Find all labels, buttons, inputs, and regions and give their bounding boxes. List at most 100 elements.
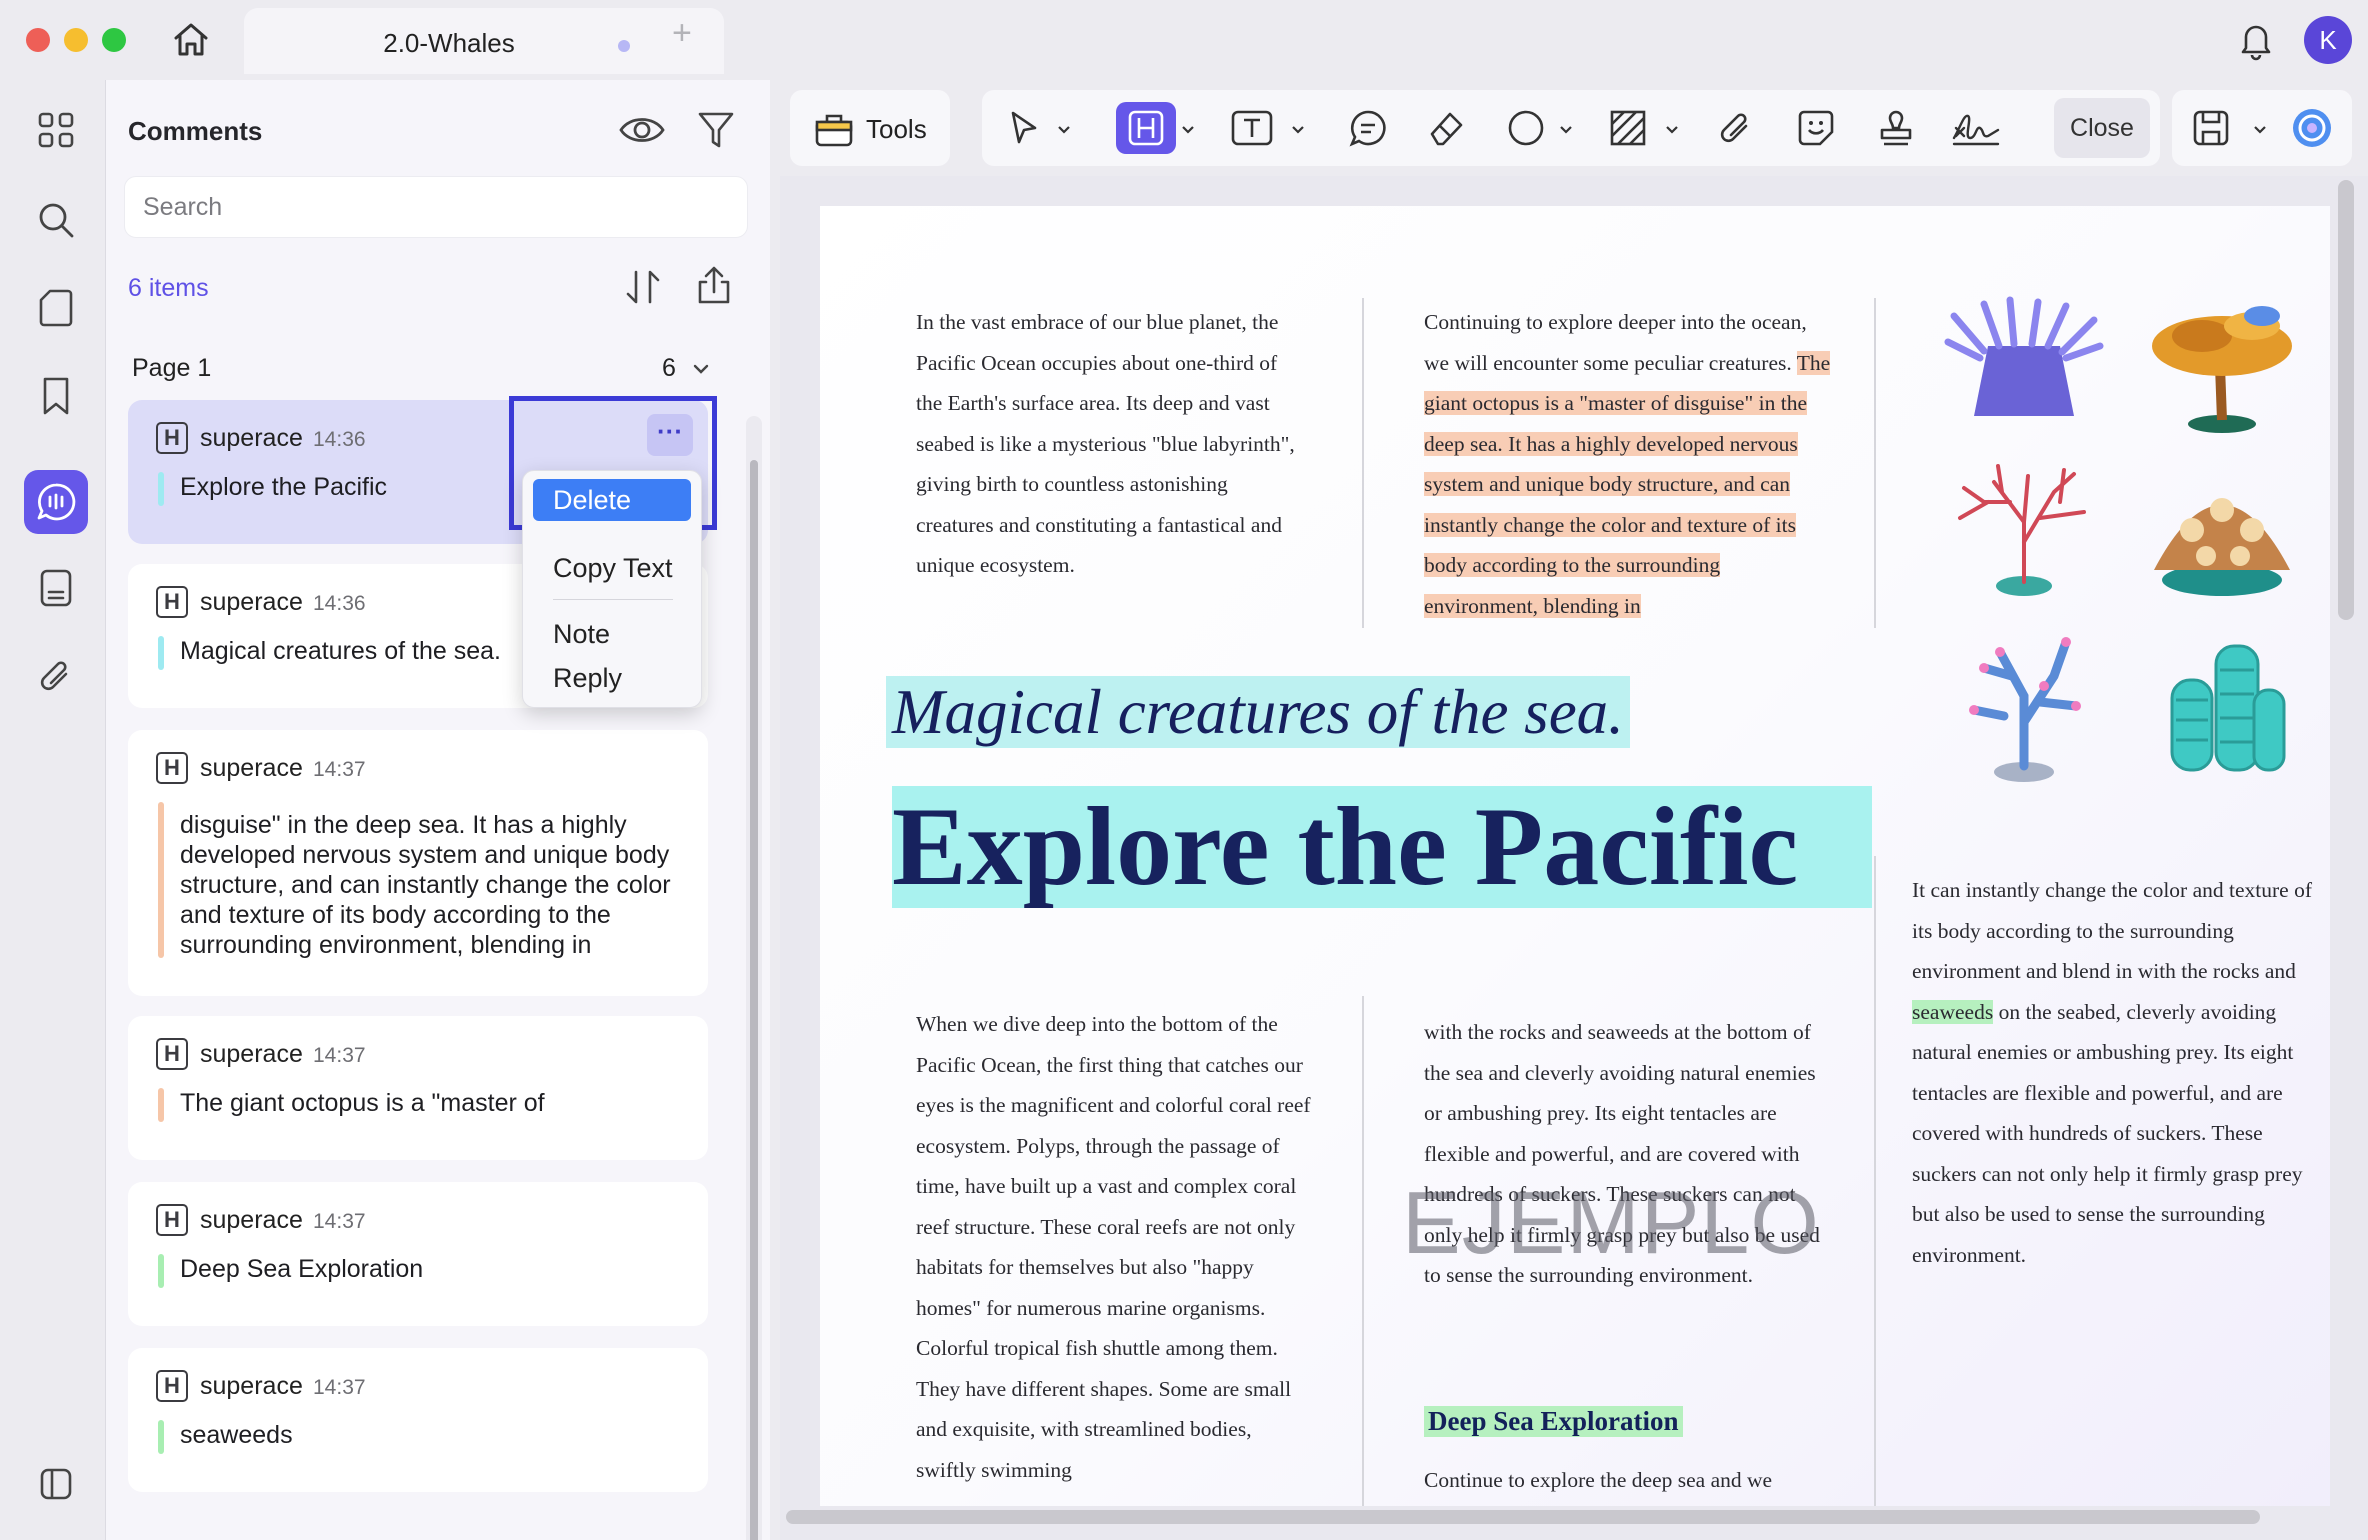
paragraph-intro: In the vast embrace of our blue planet, … bbox=[916, 310, 1295, 577]
highlight-octopus[interactable]: The giant octopus is a "master of disgui… bbox=[1424, 350, 1831, 618]
filter-icon[interactable] bbox=[696, 108, 736, 152]
text-box-icon[interactable] bbox=[1222, 102, 1282, 154]
sidebar-toggle-icon[interactable] bbox=[24, 1452, 88, 1516]
highlight-icon: H bbox=[156, 1370, 188, 1402]
menu-item-reply[interactable]: Reply bbox=[553, 663, 622, 694]
watermark: EJEMPLO bbox=[1402, 1173, 1820, 1272]
tools-label: Tools bbox=[866, 114, 927, 144]
signature-icon[interactable] bbox=[1946, 102, 2006, 154]
stamp-icon[interactable] bbox=[1866, 102, 1926, 154]
highlight-icon: H bbox=[156, 1204, 188, 1236]
comment-card[interactable]: H superace 14:37 The giant octopus is a … bbox=[128, 1016, 708, 1160]
document-tab[interactable]: 2.0-Whales bbox=[244, 8, 724, 74]
search-input[interactable] bbox=[124, 176, 748, 238]
search-icon[interactable] bbox=[24, 188, 88, 252]
chevron-down-icon[interactable] bbox=[1664, 122, 1680, 138]
page-group-label: Page 1 bbox=[132, 354, 212, 382]
unsaved-dot bbox=[618, 40, 630, 52]
annotation-toolbar bbox=[982, 90, 2160, 166]
avatar[interactable]: K bbox=[2304, 16, 2352, 64]
comment-author: superace bbox=[200, 1206, 303, 1234]
chevron-down-icon[interactable] bbox=[1180, 122, 1196, 138]
comment-text: The giant octopus is a "master of bbox=[180, 1089, 545, 1117]
comment-icon[interactable] bbox=[24, 470, 88, 534]
chevron-down-icon[interactable] bbox=[690, 358, 712, 380]
grid-icon[interactable] bbox=[24, 98, 88, 162]
document-horizontal-scrollbar[interactable] bbox=[786, 1510, 2260, 1524]
highlight-icon: H bbox=[156, 752, 188, 784]
comment-time: 14:36 bbox=[313, 428, 366, 451]
chevron-down-icon[interactable] bbox=[2252, 122, 2268, 138]
menu-item-copy-text[interactable]: Copy Text bbox=[553, 553, 673, 584]
comment-text: disguise" in the deep sea. It has a high… bbox=[180, 811, 671, 959]
paragraph-octopus: Continuing to explore deeper into the oc… bbox=[1424, 302, 1834, 626]
save-group bbox=[2172, 90, 2352, 166]
export-icon[interactable] bbox=[692, 264, 736, 308]
chevron-down-icon[interactable] bbox=[1290, 122, 1306, 138]
menu-item-note[interactable]: Note bbox=[553, 619, 610, 650]
note-icon[interactable] bbox=[1338, 102, 1398, 154]
highlight-seaweeds[interactable]: seaweeds bbox=[1912, 999, 1994, 1024]
home-icon[interactable] bbox=[170, 18, 212, 60]
tools-button[interactable]: Tools bbox=[790, 90, 950, 166]
menu-item-delete[interactable]: Delete bbox=[533, 479, 691, 521]
comment-card[interactable]: H superace 14:37 Deep Sea Exploration bbox=[128, 1182, 708, 1326]
close-tools-button[interactable]: Close bbox=[2054, 98, 2150, 158]
attachment-icon[interactable] bbox=[24, 644, 88, 708]
close-window-button[interactable] bbox=[26, 28, 50, 52]
ai-assistant-icon[interactable] bbox=[2290, 106, 2334, 150]
color-bar bbox=[158, 802, 164, 958]
select-icon[interactable] bbox=[994, 102, 1054, 154]
comments-panel: Comments 6 items Page 1 6 H superace 14:… bbox=[106, 80, 770, 1540]
menu-separator bbox=[553, 599, 673, 600]
paragraph-deep-sea: Continue to explore the deep sea and we bbox=[1424, 1468, 1773, 1492]
document-vertical-scrollbar[interactable] bbox=[2338, 180, 2354, 620]
highlight-tool-icon[interactable] bbox=[1116, 102, 1176, 154]
paragraph-camouflage: It can instantly change the color and te… bbox=[1912, 870, 2312, 1275]
color-bar bbox=[158, 636, 164, 670]
comment-card[interactable]: H superace 14:37 disguise" in the deep s… bbox=[128, 730, 708, 996]
comment-time: 14:37 bbox=[313, 1044, 366, 1067]
main-title-highlight[interactable]: Explore the Pacific bbox=[892, 786, 1872, 908]
items-count: 6 items bbox=[128, 274, 209, 302]
comment-text: seaweeds bbox=[180, 1421, 293, 1449]
page-icon[interactable] bbox=[24, 276, 88, 340]
maximize-window-button[interactable] bbox=[102, 28, 126, 52]
color-bar bbox=[158, 1254, 164, 1288]
toolbox-icon bbox=[814, 110, 854, 148]
comment-card[interactable]: H superace 14:37 seaweeds bbox=[128, 1348, 708, 1492]
highlight-icon: H bbox=[156, 422, 188, 454]
column-divider bbox=[1362, 298, 1364, 628]
sort-icon[interactable] bbox=[622, 266, 664, 308]
column-divider bbox=[1362, 996, 1364, 1506]
column-divider bbox=[1874, 298, 1876, 628]
attachment-icon[interactable] bbox=[1706, 102, 1766, 154]
color-bar bbox=[158, 1420, 164, 1454]
minimize-window-button[interactable] bbox=[64, 28, 88, 52]
comment-author: superace bbox=[200, 1040, 303, 1068]
section-title-highlight[interactable]: Deep Sea Exploration bbox=[1424, 1406, 1683, 1437]
comment-text: Deep Sea Exploration bbox=[180, 1255, 424, 1283]
brain-coral-image bbox=[2142, 470, 2302, 600]
document-icon[interactable] bbox=[24, 556, 88, 620]
highlight-icon: H bbox=[156, 586, 188, 618]
bell-icon[interactable] bbox=[2236, 18, 2276, 62]
chevron-down-icon[interactable] bbox=[1558, 122, 1574, 138]
golden-coral-image bbox=[2142, 296, 2302, 436]
panel-scrollbar-thumb[interactable] bbox=[750, 460, 758, 1540]
save-icon[interactable] bbox=[2192, 108, 2230, 148]
comment-time: 14:36 bbox=[313, 592, 366, 615]
eye-icon[interactable] bbox=[618, 106, 666, 154]
new-tab-button[interactable]: + bbox=[672, 14, 692, 53]
bookmark-icon[interactable] bbox=[24, 364, 88, 428]
subtitle-highlight[interactable]: Magical creatures of the sea. bbox=[886, 676, 1630, 748]
chevron-down-icon[interactable] bbox=[1056, 122, 1072, 138]
eraser-icon[interactable] bbox=[1416, 102, 1476, 154]
pink-coral-image bbox=[1944, 626, 2104, 786]
red-coral-image bbox=[1944, 462, 2104, 602]
color-bar bbox=[158, 472, 164, 506]
area-highlight-icon[interactable] bbox=[1598, 102, 1658, 154]
circle-shape-icon[interactable] bbox=[1496, 102, 1556, 154]
sticker-icon[interactable] bbox=[1786, 102, 1846, 154]
tab-title: 2.0-Whales bbox=[383, 28, 515, 58]
